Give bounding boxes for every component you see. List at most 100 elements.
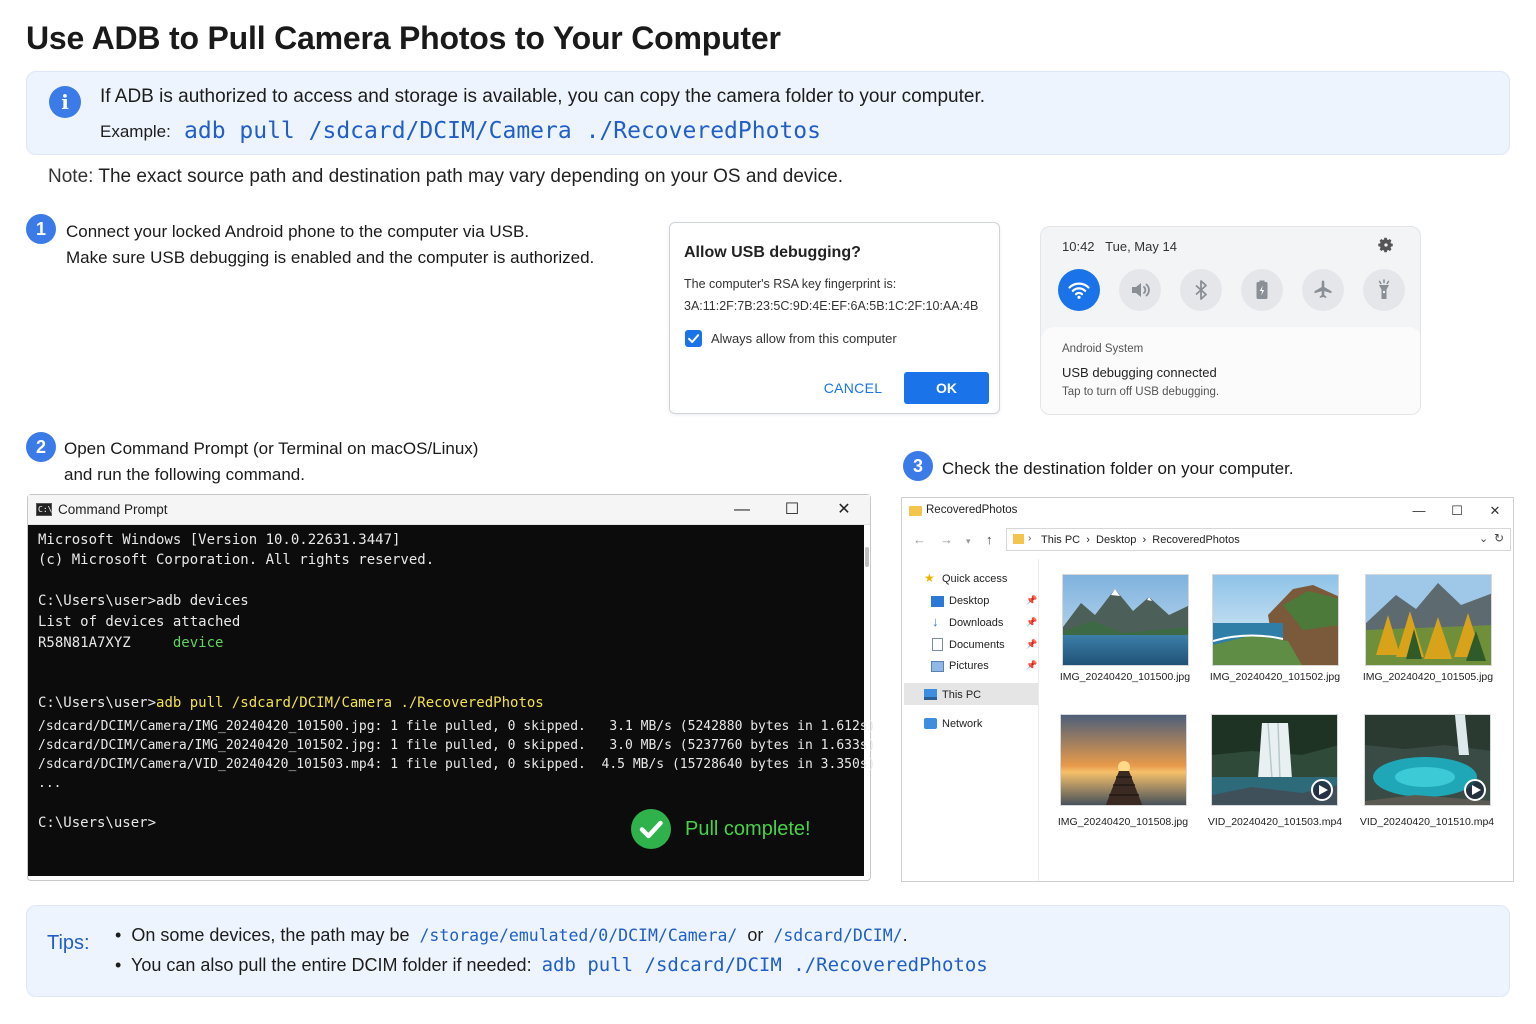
downloads-icon: ↓ [932, 614, 939, 629]
sunset-pier-image [1061, 715, 1186, 805]
file-name[interactable]: VID_20240420_101510.mp4 [1352, 816, 1502, 828]
note: Note: The exact source path and destinat… [48, 166, 843, 188]
breadcrumb-recoveredphotos[interactable]: RecoveredPhotos [1152, 534, 1239, 546]
status-time: 10:42 Tue, May 14 [1062, 239, 1177, 254]
step-1-line-1: Connect your locked Android phone to the… [66, 222, 530, 241]
maximize-icon[interactable]: ☐ [1446, 501, 1468, 521]
breadcrumb-this-pc[interactable]: This PC [1041, 534, 1080, 546]
close-icon[interactable]: ✕ [832, 499, 856, 521]
address-bar[interactable]: › This PC › Desktop › RecoveredPhotos ⌄ … [1006, 528, 1511, 551]
file-name[interactable]: IMG_20240420_101505.jpg [1353, 671, 1503, 683]
sidebar-item-this-pc[interactable]: This PC [942, 689, 981, 701]
sidebar-item-quick-access[interactable]: Quick access [942, 573, 1007, 585]
cmd-console[interactable]: Microsoft Windows [Version 10.0.22631.34… [28, 525, 875, 876]
step-2-line-1: Open Command Prompt (or Terminal on macO… [64, 439, 479, 458]
bluetooth-tile[interactable] [1180, 269, 1222, 311]
cancel-button[interactable]: CANCEL [820, 373, 886, 403]
minimize-icon[interactable]: — [730, 499, 754, 521]
play-icon [1311, 779, 1333, 801]
up-icon[interactable]: ↑ [986, 532, 993, 547]
close-icon[interactable]: ✕ [1484, 501, 1506, 521]
sidebar-item-downloads[interactable]: Downloads [949, 617, 1003, 629]
chevron-right-icon: › [1028, 533, 1032, 544]
file-name[interactable]: VID_20240420_101503.mp4 [1200, 816, 1350, 828]
forward-icon[interactable]: → [940, 532, 953, 547]
usb-debugging-notification[interactable]: Android System USB debugging connected T… [1041, 327, 1420, 414]
maximize-icon[interactable]: ☐ [780, 499, 804, 521]
step-1-line-2: Make sure USB debugging is enabled and t… [66, 248, 595, 267]
file-thumbnail[interactable] [1364, 714, 1491, 806]
pin-icon: 📌 [1026, 617, 1038, 627]
gear-icon[interactable] [1377, 236, 1395, 254]
chevron-down-icon[interactable]: ⌄ [1479, 532, 1488, 545]
status-date: Tue, May 14 [1105, 239, 1177, 254]
refresh-icon[interactable]: ↻ [1494, 531, 1504, 545]
file-name[interactable]: IMG_20240420_101500.jpg [1050, 671, 1200, 683]
flashlight-tile[interactable] [1363, 269, 1405, 311]
sidebar-item-desktop[interactable]: Desktop [949, 595, 989, 607]
file-thumbnail[interactable] [1365, 574, 1492, 666]
mountain-lake-image [1063, 575, 1188, 665]
play-icon [1464, 779, 1486, 801]
tip-item-2: • You can also pull the entire DCIM fold… [115, 954, 988, 976]
recent-chevron-icon[interactable]: ▾ [966, 536, 971, 547]
console-line: Microsoft Windows [Version 10.0.22631.34… [38, 532, 401, 548]
console-line: ... [38, 776, 62, 791]
info-callout: i If ADB is authorized to access and sto… [26, 71, 1510, 155]
cmd-titlebar[interactable]: C:\ Command Prompt — ☐ ✕ [28, 495, 870, 525]
folder-icon [1013, 534, 1024, 544]
documents-icon [932, 638, 943, 651]
info-icon: i [49, 86, 81, 118]
breadcrumb-desktop[interactable]: Desktop [1096, 534, 1136, 546]
step-2-badge: 2 [26, 432, 56, 462]
console-line: List of devices attached [38, 614, 241, 630]
file-name[interactable]: IMG_20240420_101502.jpg [1200, 671, 1350, 683]
file-explorer-window: RecoveredPhotos — ☐ ✕ ← → ▾ ↑ › This PC … [901, 497, 1514, 882]
desktop-icon [931, 596, 944, 607]
wifi-tile[interactable] [1058, 269, 1100, 311]
console-line: /sdcard/DCIM/Camera/IMG_20240420_101500.… [38, 719, 876, 734]
sidebar-item-documents[interactable]: Documents [949, 639, 1005, 651]
example-command: adb pull /sdcard/DCIM/Camera ./Recovered… [184, 118, 821, 144]
pull-complete-status: Pull complete! [685, 818, 811, 840]
back-icon[interactable]: ← [913, 532, 926, 547]
note-text: The exact source path and destination pa… [98, 166, 843, 187]
wifi-icon [1068, 282, 1090, 299]
info-text: If ADB is authorized to access and stora… [100, 86, 986, 107]
cmd-app-icon: C:\ [36, 503, 53, 516]
sidebar-item-pictures[interactable]: Pictures [949, 660, 989, 672]
pictures-icon [931, 661, 944, 672]
step-3-badge: 3 [903, 451, 933, 481]
star-icon: ★ [924, 571, 935, 585]
battery-saver-tile[interactable] [1241, 269, 1283, 311]
file-thumbnail[interactable] [1060, 714, 1187, 806]
sidebar-item-network[interactable]: Network [942, 718, 982, 730]
minimize-icon[interactable]: — [1408, 501, 1430, 521]
bluetooth-icon [1195, 280, 1207, 300]
coastline-image [1213, 575, 1338, 665]
explorer-title: RecoveredPhotos [926, 504, 1018, 516]
file-thumbnail[interactable] [1211, 714, 1338, 806]
file-thumbnail[interactable] [1062, 574, 1189, 666]
console-line: C:\Users\user>adb devices [38, 593, 249, 609]
airplane-tile[interactable] [1302, 269, 1344, 311]
always-allow-checkbox[interactable] [685, 330, 702, 347]
flashlight-icon [1378, 279, 1390, 299]
computer-icon [924, 689, 937, 700]
file-name[interactable]: IMG_20240420_101508.jpg [1048, 816, 1198, 828]
dialog-fingerprint: 3A:11:2F:7B:23:5C:9D:4E:EF:6A:5B:1C:2F:1… [684, 299, 979, 313]
tips-label: Tips: [47, 932, 90, 954]
android-quick-settings: 10:42 Tue, May 14 Android System USB deb… [1040, 226, 1421, 415]
tips-callout: Tips: • On some devices, the path may be… [26, 905, 1510, 997]
always-allow-label[interactable]: Always allow from this computer [711, 331, 897, 346]
file-thumbnail[interactable] [1212, 574, 1339, 666]
volume-tile[interactable] [1119, 269, 1161, 311]
example-label: Example: [100, 122, 171, 141]
network-icon [924, 718, 937, 729]
scrollbar[interactable] [865, 547, 869, 567]
ok-button[interactable]: OK [904, 372, 989, 404]
navigation-pane: ★ Quick access Desktop 📌 ↓ Downloads 📌 D… [902, 559, 1039, 881]
note-label: Note: [48, 166, 94, 187]
check-icon [688, 334, 700, 343]
notification-source: Android System [1062, 343, 1144, 355]
